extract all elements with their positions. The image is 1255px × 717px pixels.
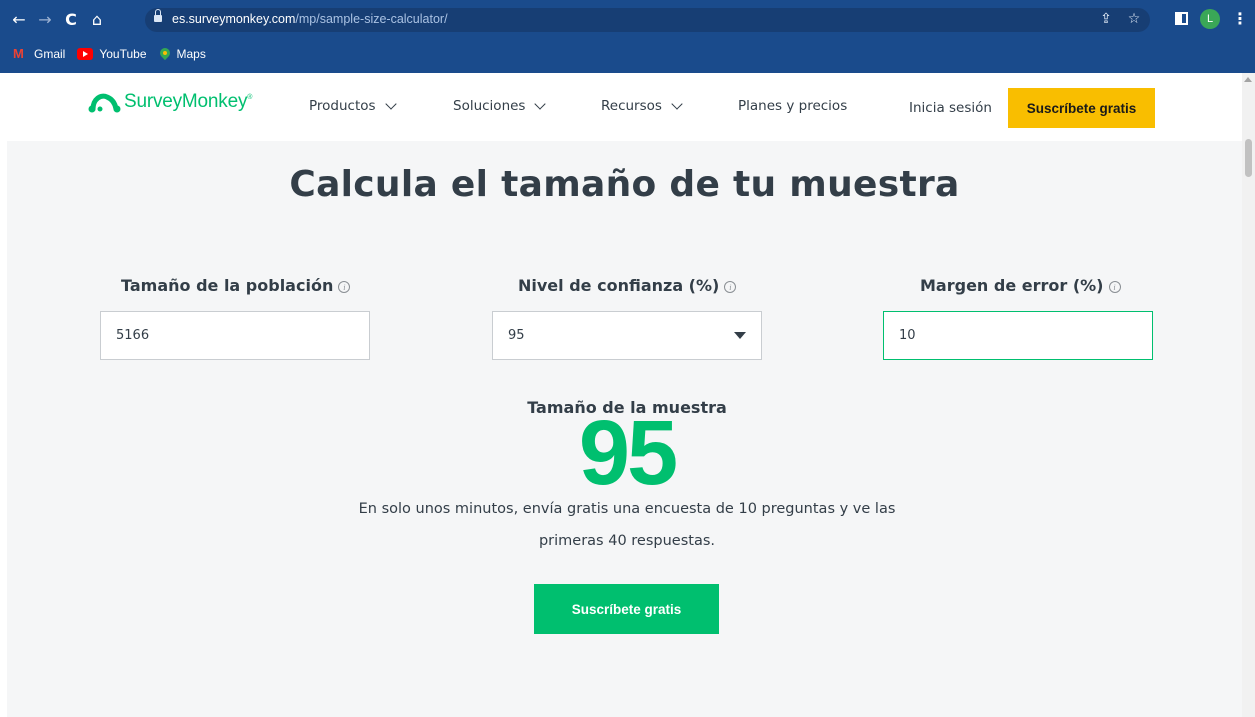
chevron-down-icon [671,97,683,110]
bookmark-youtube[interactable]: YouTube [77,47,147,61]
youtube-icon [77,48,94,60]
promo-text: En solo unos minutos, envía gratis una e… [358,501,896,549]
monkey-logo-icon [87,91,121,113]
share-icon[interactable]: ⇪ [1098,11,1114,27]
star-icon[interactable]: ☆ [1126,11,1142,27]
caret-down-icon [734,332,746,339]
bookmark-maps[interactable]: Maps [159,47,206,61]
population-input[interactable]: 5166 [100,311,370,360]
chevron-down-icon [384,97,397,110]
back-icon[interactable]: ← [8,9,30,31]
registered-mark: ® [247,93,253,101]
nav-soluciones[interactable]: Soluciones [453,97,547,114]
reload-icon[interactable]: C [60,9,82,31]
confidence-select[interactable]: 95 [492,311,762,360]
info-icon[interactable]: i [1108,281,1121,293]
scrollbar[interactable] [1242,73,1255,717]
confidence-label: Nivel de confianza (%) i [518,276,737,295]
forward-icon[interactable]: → [34,9,56,31]
sample-size-value: 95 [578,402,678,504]
site-header: SurveyMonkey ® Productos Soluciones Recur… [7,73,1242,141]
info-icon[interactable]: i [724,281,737,293]
lock-icon[interactable] [154,9,162,23]
chevron-down-icon [534,97,547,110]
nav-productos[interactable]: Productos [309,97,397,114]
scroll-thumb[interactable] [1245,139,1252,177]
home-icon[interactable]: ⌂ [86,9,108,31]
login-link[interactable]: Inicia sesión [909,100,992,116]
page-title: Calcula el tamaño de tu muestra [289,164,960,205]
info-icon[interactable]: i [338,281,351,293]
menu-icon[interactable]: ⋮ [1232,9,1248,28]
page-content: SurveyMonkey ® Productos Soluciones Recur… [7,73,1242,717]
population-label: Tamaño de la población i [121,276,351,295]
surveymonkey-logo[interactable]: SurveyMonkey ® [87,91,252,113]
profile-avatar[interactable]: L [1200,9,1220,29]
margin-error-input[interactable]: 10 [883,311,1153,360]
margin-error-label: Margen de error (%) i [920,276,1121,295]
signup-button-header[interactable]: Suscríbete gratis [1008,88,1155,128]
browser-toolbar: ← → C ⌂ es.surveymonkey.com/mp/sample-si… [0,0,1255,38]
bookmark-gmail[interactable]: Gmail [12,46,65,61]
nav-planes-precios[interactable]: Planes y precios [738,98,847,114]
gmail-icon [12,46,28,61]
signup-button-main[interactable]: Suscríbete gratis [534,584,719,634]
side-panel-icon[interactable] [1175,12,1188,25]
browser-chrome: ← → C ⌂ es.surveymonkey.com/mp/sample-si… [0,0,1255,73]
url-text[interactable]: es.surveymonkey.com/mp/sample-size-calcu… [172,12,448,26]
bookmarks-bar: Gmail YouTube Maps [0,42,206,66]
nav-recursos[interactable]: Recursos [601,97,683,114]
scroll-up-icon[interactable] [1244,77,1252,82]
maps-icon [159,48,171,60]
